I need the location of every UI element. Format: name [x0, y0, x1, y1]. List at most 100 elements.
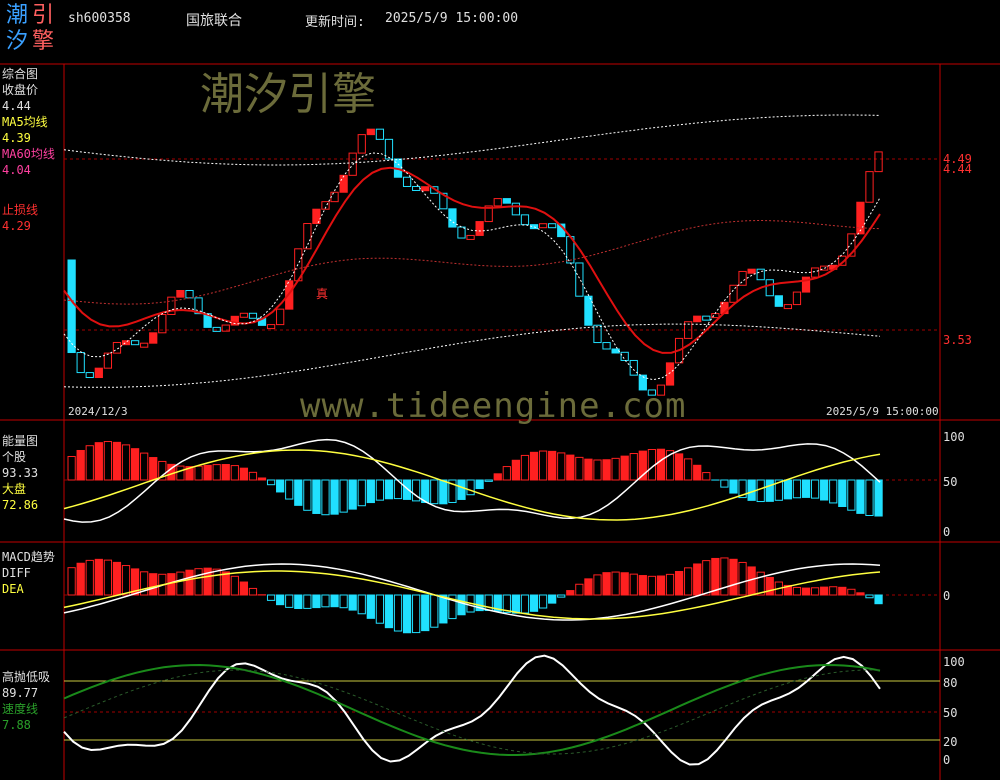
energy-bar [783, 479, 793, 500]
energy-bar [566, 454, 575, 481]
energy-bar [266, 479, 276, 486]
energy-bar [611, 457, 620, 481]
candlestick [783, 304, 793, 310]
energy-bar [693, 464, 702, 481]
macd-panel-legend: MACD趋势 DIFF DEA [2, 549, 55, 597]
macd-bar [847, 588, 856, 596]
energy-bar [765, 479, 774, 502]
candlestick [702, 315, 711, 321]
macd-bar [375, 594, 385, 624]
ma5-value: 4.39 [2, 131, 31, 145]
energy-bar [176, 465, 185, 481]
macd-bar [176, 571, 185, 596]
ma60-label: MA60均线 [2, 147, 55, 161]
stock-energy-line [63, 438, 881, 523]
macd-bar [339, 594, 348, 609]
candlestick [475, 221, 484, 236]
macd-bar [167, 573, 176, 596]
candlestick [276, 308, 285, 326]
hl-value: 89.77 [2, 686, 39, 700]
candlestick [810, 267, 820, 278]
energy-bar [602, 459, 611, 481]
candlestick [103, 352, 113, 369]
ma-line [63, 166, 881, 354]
energy-bar [312, 479, 321, 514]
candlestick [548, 223, 557, 229]
energy-bar [684, 458, 693, 481]
macd-panel-title: MACD趋势 [2, 550, 55, 564]
macd-bar [185, 569, 194, 596]
candlestick [693, 315, 702, 323]
energy-bar [865, 479, 874, 516]
close-value: 4.44 [2, 99, 31, 113]
energy-bar [149, 457, 158, 481]
energy-bar [384, 479, 394, 500]
macd-bar [103, 559, 113, 596]
macd-bar [94, 558, 103, 596]
candlestick [792, 291, 802, 306]
macd-bar [520, 594, 530, 614]
energy-bar [121, 444, 131, 481]
macd-bar [312, 594, 321, 609]
energy-bar [674, 453, 684, 481]
candlestick [94, 367, 103, 379]
macd-bar [765, 576, 774, 596]
energy-bar [330, 479, 339, 515]
macd-bar [665, 573, 675, 596]
hl-tick-0: 0 [943, 753, 951, 767]
candlestick [466, 234, 475, 240]
close-label: 收盘价 [2, 83, 39, 97]
macd-bar [611, 571, 620, 596]
macd-bar [838, 586, 847, 596]
macd-bar [629, 573, 638, 596]
upper-band-line [63, 114, 881, 166]
energy-bar [276, 479, 285, 493]
ma60-trend-line [63, 219, 881, 305]
energy-bar [502, 466, 511, 481]
energy-bar [838, 479, 847, 508]
energy-bar [548, 450, 557, 481]
candlestick [774, 295, 783, 307]
energy-bar [620, 455, 629, 481]
macd-bar [829, 586, 838, 596]
main-panel-title: 综合图 [2, 67, 39, 81]
energy-bar [720, 479, 729, 488]
energy-bar [529, 451, 539, 481]
candlestick [248, 312, 258, 319]
energy-bar [194, 465, 203, 481]
candlestick [149, 332, 158, 344]
candlestick [67, 259, 76, 354]
energy-bar [584, 458, 593, 481]
energy-bar [94, 442, 103, 481]
energy-bar [575, 456, 584, 481]
candlestick [176, 290, 185, 298]
macd-bar [693, 563, 702, 596]
energy-bar [820, 479, 829, 501]
energy-bar [339, 479, 348, 513]
candlestick [520, 214, 530, 226]
energy-bar [756, 479, 765, 503]
macd-bar [366, 594, 375, 619]
candlestick [140, 342, 149, 348]
macd-bar [294, 594, 303, 609]
macd-bar [792, 586, 802, 596]
macd-bar [557, 594, 566, 598]
date-end: 2025/5/9 15:00:00 [826, 405, 939, 418]
macd-bar [393, 594, 403, 632]
energy-bar [402, 479, 412, 500]
energy-bar [303, 479, 312, 511]
macd-bar [412, 594, 421, 634]
hl-panel-title: 高抛低吸 [2, 670, 51, 684]
macd-bar [457, 594, 466, 616]
candlestick [575, 262, 584, 297]
macd-tick-0: 0 [943, 589, 951, 603]
macd-bar [230, 575, 239, 596]
stock-energy-value: 93.33 [2, 466, 39, 480]
macd-bar [538, 594, 548, 609]
candlestick [185, 290, 194, 299]
macd-bar [266, 594, 276, 601]
candlestick [502, 198, 511, 204]
energy-bar [285, 479, 294, 500]
energy-bar [230, 465, 239, 481]
candlestick [874, 151, 883, 173]
